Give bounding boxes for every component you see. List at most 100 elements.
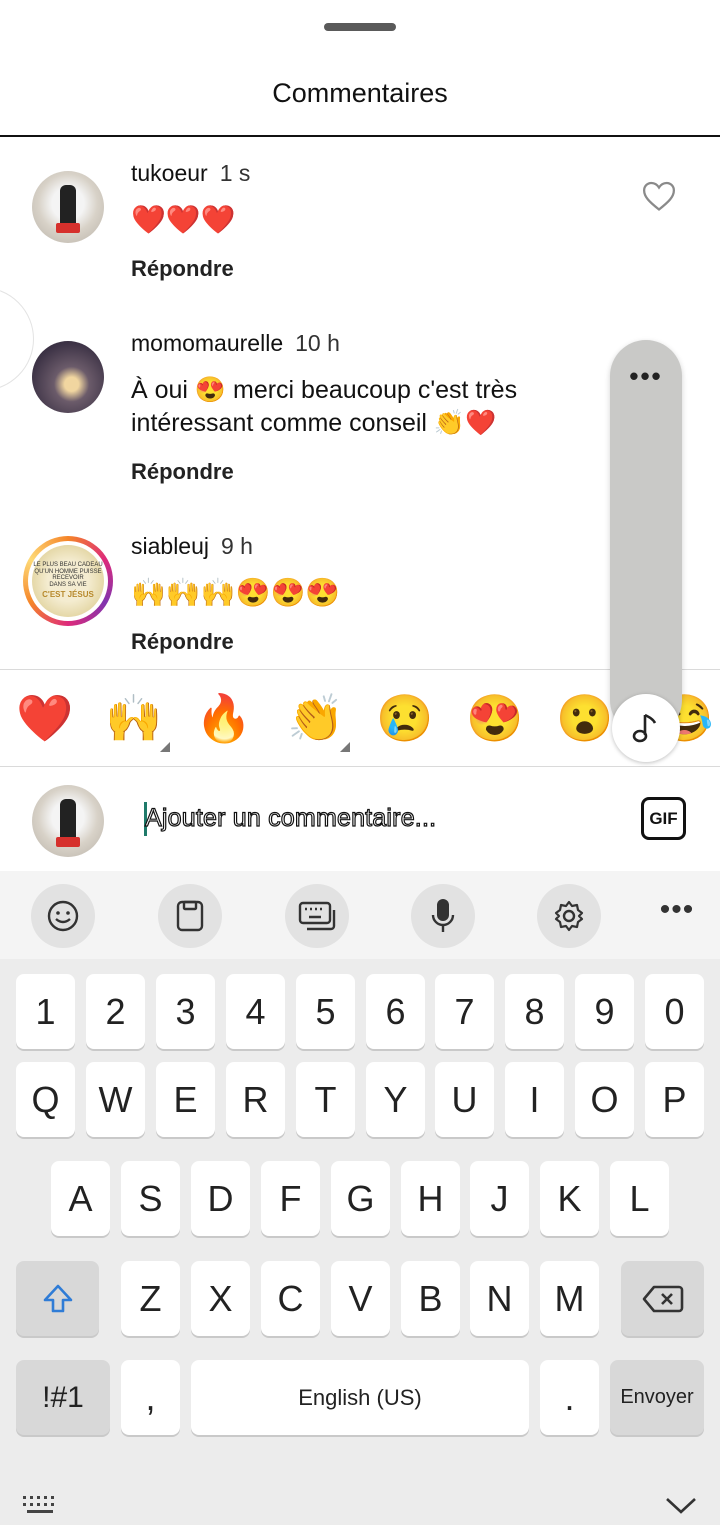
keyboard-glyph-icon <box>298 901 336 931</box>
avatar-figure <box>60 799 76 839</box>
key-4[interactable]: 4 <box>226 974 285 1049</box>
comment-text: 🙌🙌🙌😍😍😍 <box>131 577 341 608</box>
like-heart-icon[interactable] <box>642 180 676 212</box>
skin-tone-indicator <box>160 742 170 752</box>
floating-side-panel[interactable]: ••• <box>610 340 682 736</box>
keyboard-toolbar <box>0 871 720 959</box>
key-m[interactable]: M <box>540 1261 599 1336</box>
key-t[interactable]: T <box>296 1062 355 1137</box>
reply-button[interactable]: Répondre <box>131 256 234 282</box>
key-n[interactable]: N <box>470 1261 529 1336</box>
backspace-key[interactable] <box>621 1261 704 1336</box>
key-q[interactable]: Q <box>16 1062 75 1137</box>
comment-username[interactable]: momomaurelle <box>131 330 283 356</box>
key-x[interactable]: X <box>191 1261 250 1336</box>
shift-key[interactable] <box>16 1261 99 1336</box>
key-z[interactable]: Z <box>121 1261 180 1336</box>
key-e[interactable]: E <box>156 1062 215 1137</box>
more-options-icon[interactable]: ••• <box>610 363 682 389</box>
key-c[interactable]: C <box>261 1261 320 1336</box>
music-note-icon <box>632 713 657 743</box>
key-r[interactable]: R <box>226 1062 285 1137</box>
key-b[interactable]: B <box>401 1261 460 1336</box>
emoji-surprised[interactable]: 😮 <box>555 690 615 746</box>
reply-button[interactable]: Répondre <box>131 459 234 485</box>
key-k[interactable]: K <box>540 1161 599 1236</box>
period-key[interactable]: . <box>540 1360 599 1435</box>
avatar: LE PLUS BEAU CADEAU QU'UN HOMME PUISSE R… <box>32 545 104 617</box>
story-ring-avatar[interactable]: LE PLUS BEAU CADEAU QU'UN HOMME PUISSE R… <box>23 536 113 626</box>
key-y[interactable]: Y <box>366 1062 425 1137</box>
key-1[interactable]: 1 <box>16 974 75 1049</box>
key-l[interactable]: L <box>610 1161 669 1236</box>
comma-key[interactable]: , <box>121 1360 180 1435</box>
more-icon[interactable]: ••• <box>655 895 699 925</box>
comment-text-line: À oui 😍 merci beaucoup c'est très <box>131 376 518 404</box>
key-s[interactable]: S <box>121 1161 180 1236</box>
emoji-heart[interactable]: ❤️ <box>15 690 75 746</box>
emoji-icon[interactable] <box>31 884 95 948</box>
avatar-caption: QU'UN HOMME PUISSE RECEVOIR <box>34 568 102 582</box>
avatar[interactable] <box>32 171 104 243</box>
microphone-glyph-icon <box>431 899 455 932</box>
key-9[interactable]: 9 <box>575 974 634 1049</box>
screen: Commentaires tukoeur 1 s ❤️❤️❤️ Répondre … <box>0 0 720 1525</box>
sheet-title: Commentaires <box>272 78 448 108</box>
key-2[interactable]: 2 <box>86 974 145 1049</box>
key-g[interactable]: G <box>331 1161 390 1236</box>
emoji-crying[interactable]: 😢 <box>375 690 435 746</box>
skin-tone-indicator <box>340 742 350 752</box>
key-d[interactable]: D <box>191 1161 250 1236</box>
clipboard-icon[interactable] <box>158 884 222 948</box>
key-7[interactable]: 7 <box>435 974 494 1049</box>
gear-icon <box>554 900 584 932</box>
key-6[interactable]: 6 <box>366 974 425 1049</box>
space-key[interactable]: English (US) <box>191 1360 529 1435</box>
emoji-clapping[interactable]: 👏 <box>286 690 346 746</box>
emoji-heart-eyes[interactable]: 😍 <box>465 690 525 746</box>
comment-username[interactable]: siableuj <box>131 533 209 559</box>
emoji-face-icon <box>47 900 79 932</box>
key-a[interactable]: A <box>51 1161 110 1236</box>
settings-icon[interactable] <box>537 884 601 948</box>
music-button[interactable] <box>612 694 680 762</box>
key-p[interactable]: P <box>645 1062 704 1137</box>
avatar[interactable] <box>32 341 104 413</box>
keyboard-mode-icon[interactable] <box>285 884 349 948</box>
key-8[interactable]: 8 <box>505 974 564 1049</box>
emoji-raising-hands[interactable]: 🙌 <box>104 690 164 746</box>
key-u[interactable]: U <box>435 1062 494 1137</box>
avatar-caption: LE PLUS BEAU CADEAU <box>33 561 103 568</box>
comment-username-line: momomaurelle 10 h <box>131 330 340 357</box>
comment-time: 1 s <box>219 160 251 186</box>
comment-time: 10 h <box>295 330 340 356</box>
avatar-figure-detail <box>56 223 80 233</box>
microphone-icon[interactable] <box>411 884 475 948</box>
key-f[interactable]: F <box>261 1161 320 1236</box>
key-w[interactable]: W <box>86 1062 145 1137</box>
symbols-key[interactable]: !#1 <box>16 1360 110 1435</box>
clipboard-glyph-icon <box>176 900 204 932</box>
title-divider <box>0 135 720 137</box>
key-3[interactable]: 3 <box>156 974 215 1049</box>
backspace-icon <box>642 1285 683 1312</box>
comment-text: À oui 😍 merci beaucoup c'est très intére… <box>131 374 591 440</box>
comment-input[interactable]: Ajouter un commentaire... <box>144 803 436 833</box>
comment-text-line: intéressant comme conseil 👏❤️ <box>131 409 497 437</box>
avatar-figure-detail <box>56 837 80 847</box>
keyboard-grid-icon[interactable] <box>22 1494 60 1516</box>
key-0[interactable]: 0 <box>645 974 704 1049</box>
gif-button[interactable]: GIF <box>641 797 686 840</box>
chevron-down-icon[interactable] <box>664 1494 698 1516</box>
key-5[interactable]: 5 <box>296 974 355 1049</box>
send-key[interactable]: Envoyer <box>610 1360 704 1435</box>
emoji-fire[interactable]: 🔥 <box>194 690 254 746</box>
key-i[interactable]: I <box>505 1062 564 1137</box>
sheet-grab-handle[interactable] <box>324 23 396 31</box>
reply-button[interactable]: Répondre <box>131 629 234 655</box>
key-j[interactable]: J <box>470 1161 529 1236</box>
key-o[interactable]: O <box>575 1062 634 1137</box>
comment-username[interactable]: tukoeur <box>131 160 208 186</box>
key-h[interactable]: H <box>401 1161 460 1236</box>
key-v[interactable]: V <box>331 1261 390 1336</box>
